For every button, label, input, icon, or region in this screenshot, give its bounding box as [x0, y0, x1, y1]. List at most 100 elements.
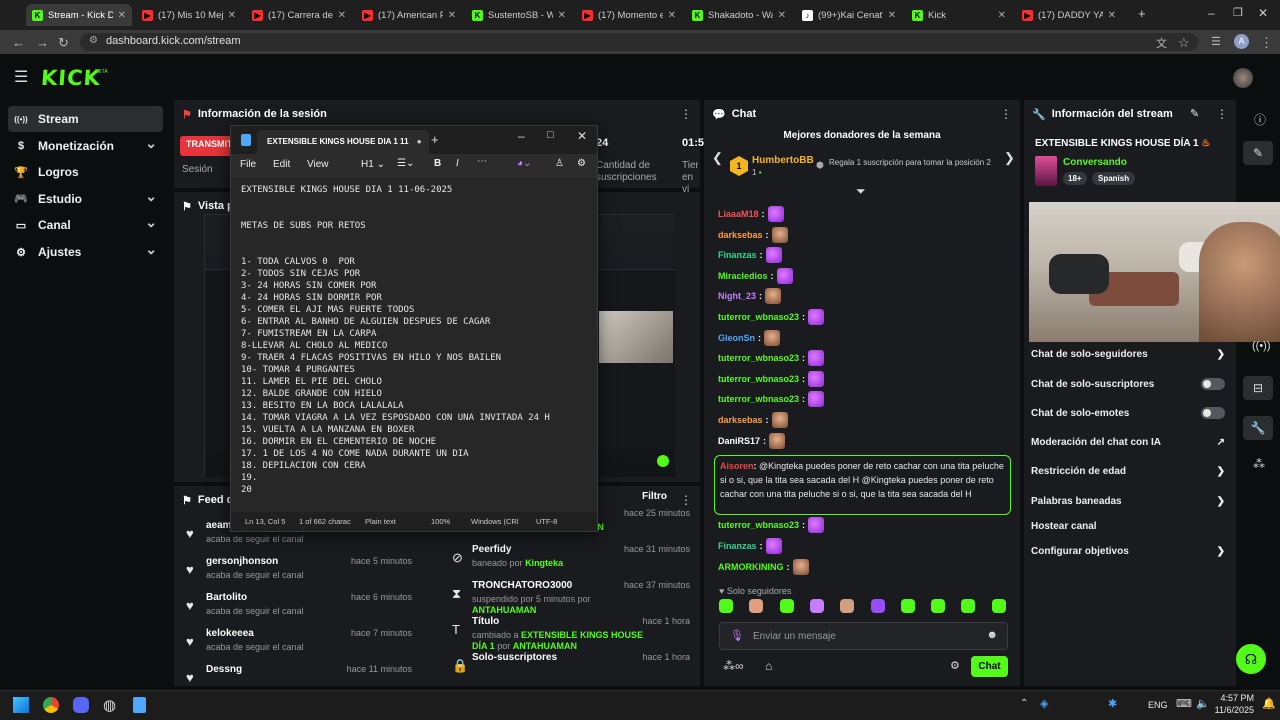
feed-filter-button[interactable]: Filtro	[642, 491, 667, 502]
sidebar-item-ajustes[interactable]: ⚙ Ajustes ⌄	[8, 239, 163, 265]
feed-username[interactable]: Solo-suscriptores	[472, 652, 557, 663]
emote-picker-icon[interactable]	[870, 599, 885, 613]
highlighted-message[interactable]: Aisoren: @Kingteka puedes poner de reto …	[714, 455, 1011, 515]
chat-message[interactable]: DaniRS17:	[718, 432, 786, 450]
chat-username[interactable]: Night_23	[718, 291, 756, 301]
tab-close-icon[interactable]: ✕	[338, 10, 346, 21]
info-setting-row[interactable]: Chat de solo-suscriptores	[1031, 374, 1229, 394]
translate-icon[interactable]: 文	[1156, 35, 1167, 51]
network-icon[interactable]: ⌨	[1176, 697, 1192, 710]
info-circle-icon[interactable]: ⓘ	[1254, 111, 1266, 128]
reload-icon[interactable]: ↻	[58, 35, 69, 51]
hamburger-menu-icon[interactable]: ☰	[14, 67, 28, 87]
chat-input[interactable]: 🎙 Enviar un mensaje ☻	[719, 622, 1008, 650]
tab-close-icon[interactable]: ✕	[778, 10, 786, 21]
discord-taskbar-icon[interactable]	[73, 697, 89, 713]
close-icon[interactable]: ✕	[577, 129, 587, 143]
language-indicator[interactable]: ENG	[1148, 700, 1168, 710]
browser-tab[interactable]: K Kick ✕	[906, 4, 1012, 26]
feed-username[interactable]: gersonjhonson	[206, 556, 278, 567]
sidebar-item-estudio[interactable]: 🎮 Estudio ⌄	[8, 186, 163, 212]
emote-picker-icon[interactable]	[809, 599, 824, 613]
notepad-window[interactable]: EXTENSIBLE KINGS HOUSE DIA 1 11 ● + – □ …	[230, 125, 598, 532]
kick-logo[interactable]: KICK	[40, 66, 101, 90]
sidebar-item-logros[interactable]: 🏆 Logros	[8, 159, 163, 185]
browser-menu-icon[interactable]: ⋮	[1260, 35, 1273, 51]
chat-message[interactable]: Night_23:	[718, 287, 782, 305]
collapse-donors-icon[interactable]: ⏷	[856, 184, 866, 199]
new-tab-plus-icon[interactable]: +	[431, 132, 439, 147]
window-close-icon[interactable]: ✕	[1258, 6, 1268, 20]
feed-username[interactable]: kelokeeea	[206, 628, 254, 639]
chat-message[interactable]: Finanzas:	[718, 246, 782, 264]
chat-message[interactable]: ARMORKINING:	[718, 558, 809, 576]
info-setting-row[interactable]: Chat de solo-seguidores ❯	[1031, 344, 1229, 364]
chat-message[interactable]: darksebas:	[718, 226, 788, 244]
obs-taskbar-icon[interactable]: ◍	[103, 696, 116, 714]
heading-dropdown[interactable]: H1 ⌄	[361, 159, 385, 170]
browser-tab[interactable]: K SustentoSB - Watc ✕	[466, 4, 572, 26]
support-headset-button[interactable]: ☊	[1236, 644, 1266, 674]
chat-username[interactable]: LiaaaM18	[718, 209, 759, 219]
notepad-tab[interactable]: EXTENSIBLE KINGS HOUSE DIA 1 11 ●	[257, 130, 429, 154]
emote-picker-icon[interactable]	[749, 599, 764, 613]
chat-username[interactable]: Finanzas	[718, 250, 757, 260]
category-name[interactable]: Conversando	[1063, 157, 1127, 168]
chat-username[interactable]: tuterror_wbnaso23	[718, 520, 799, 530]
store-icon[interactable]: ⌂	[765, 659, 772, 673]
tray-app-icon[interactable]: ◈	[1040, 697, 1048, 710]
minimize-icon[interactable]: –	[1208, 6, 1215, 20]
bold-icon[interactable]: B	[434, 158, 441, 169]
browser-tab[interactable]: ▶ (17) American Pie ✕	[356, 4, 462, 26]
back-icon[interactable]: ←	[12, 35, 25, 50]
toggle-switch[interactable]	[1201, 378, 1225, 390]
url-field[interactable]: ⚙ dashboard.kick.com/stream	[80, 33, 1198, 51]
account-icon[interactable]: ♙	[555, 158, 564, 169]
tab-close-icon[interactable]: ✕	[1108, 10, 1116, 21]
tab-close-icon[interactable]: ✕	[998, 10, 1006, 21]
chat-message[interactable]: tuterror_wbnaso23:	[718, 370, 825, 388]
chat-message[interactable]: darksebas:	[718, 411, 788, 429]
more-format-icon[interactable]: ⋯	[477, 156, 487, 167]
browser-tab[interactable]: ▶ (17) Carrera de gu ✕	[246, 4, 352, 26]
feed-username[interactable]: Peerfidy	[472, 544, 511, 555]
chat-message[interactable]: Finanzas:	[718, 537, 782, 555]
feed-username[interactable]: Bartolito	[206, 592, 247, 603]
new-tab-icon[interactable]: +	[1138, 6, 1146, 21]
chevron-right-icon[interactable]: ❯	[1217, 546, 1225, 557]
sidebar-item-monetizacin[interactable]: $ Monetización ⌄	[8, 133, 163, 159]
italic-icon[interactable]: I	[456, 158, 459, 169]
chat-message[interactable]: GleonSn:	[718, 329, 781, 347]
info-setting-row[interactable]: Palabras baneadas ❯	[1031, 491, 1229, 511]
chrome-taskbar-icon[interactable]	[43, 697, 59, 713]
chat-username[interactable]: ARMORKINING	[718, 562, 784, 572]
chat-message[interactable]: Miracledios:	[718, 267, 793, 285]
notepad-taskbar-icon[interactable]	[133, 697, 146, 713]
minimize-icon[interactable]: –	[518, 129, 525, 143]
notifications-icon[interactable]: 🔔	[1262, 697, 1276, 710]
chat-more-icon[interactable]: ⋮	[1000, 107, 1012, 121]
chat-message[interactable]: LiaaaM18:	[718, 205, 784, 223]
chat-message[interactable]: tuterror_wbnaso23:	[718, 516, 825, 534]
emote-picker-icon[interactable]	[779, 599, 794, 613]
tab-close-icon[interactable]: ✕	[228, 10, 236, 21]
user-avatar[interactable]	[1233, 68, 1253, 88]
browser-tab[interactable]: ▶ (17) DADDY YANK ✕	[1016, 4, 1122, 26]
chat-message[interactable]: tuterror_wbnaso23:	[718, 390, 825, 408]
rail-emote-icon[interactable]: ⁂	[1253, 457, 1265, 471]
notepad-text-content[interactable]: EXTENSIBLE KINGS HOUSE DIA 1 11-06-2025 …	[241, 184, 550, 496]
emoji-icon[interactable]: ☻	[986, 629, 998, 641]
reading-list-icon[interactable]: ☰	[1211, 35, 1221, 48]
rail-wrench-icon[interactable]: 🔧	[1243, 416, 1273, 440]
chat-message[interactable]: tuterror_wbnaso23:	[718, 308, 825, 326]
chat-username[interactable]: GleonSn	[718, 333, 755, 343]
rail-edit-icon[interactable]: ✎	[1243, 141, 1273, 165]
tray-expand-icon[interactable]: ⌃	[1020, 698, 1028, 709]
browser-tab[interactable]: ▶ (17) Momento exa ✕	[576, 4, 682, 26]
tab-close-icon[interactable]: ✕	[888, 10, 896, 21]
chevron-right-icon[interactable]: ❯	[1217, 466, 1225, 477]
chat-username[interactable]: Miracledios	[718, 271, 768, 281]
info-setting-row[interactable]: Moderación del chat con IA ↗	[1031, 432, 1229, 452]
emote-picker-icon[interactable]	[719, 599, 733, 613]
toggle-switch[interactable]	[1201, 407, 1225, 419]
